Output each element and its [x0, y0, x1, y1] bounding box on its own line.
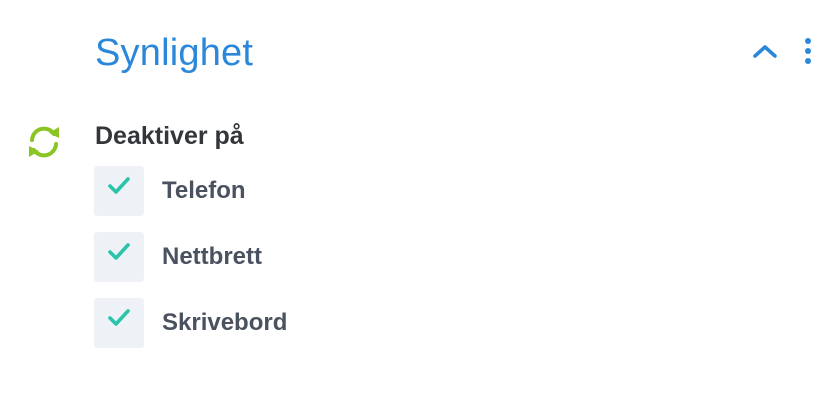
option-label: Skrivebord: [162, 309, 288, 336]
collapse-button[interactable]: [748, 36, 782, 70]
refresh-icon: [24, 124, 64, 165]
section-title[interactable]: Synlighet: [95, 30, 253, 76]
checkmark-icon: [107, 308, 131, 333]
reset-button[interactable]: [22, 124, 66, 164]
checkmark-icon: [107, 176, 131, 201]
checkmark-icon: [107, 242, 131, 267]
option-label: Telefon: [162, 177, 246, 204]
phone-checkbox[interactable]: [94, 166, 144, 216]
visibility-settings-panel: Synlighet Deaktiver på Telefon Nettbrett…: [0, 0, 834, 402]
disable-on-label: Deaktiver på: [95, 122, 244, 150]
option-tablet[interactable]: Nettbrett: [94, 232, 262, 282]
option-desktop[interactable]: Skrivebord: [94, 298, 287, 348]
option-phone[interactable]: Telefon: [94, 166, 246, 216]
chevron-up-icon: [752, 43, 778, 64]
tablet-checkbox[interactable]: [94, 232, 144, 282]
option-label: Nettbrett: [162, 243, 262, 270]
desktop-checkbox[interactable]: [94, 298, 144, 348]
more-options-button[interactable]: [796, 34, 820, 72]
kebab-menu-icon: [804, 36, 812, 71]
